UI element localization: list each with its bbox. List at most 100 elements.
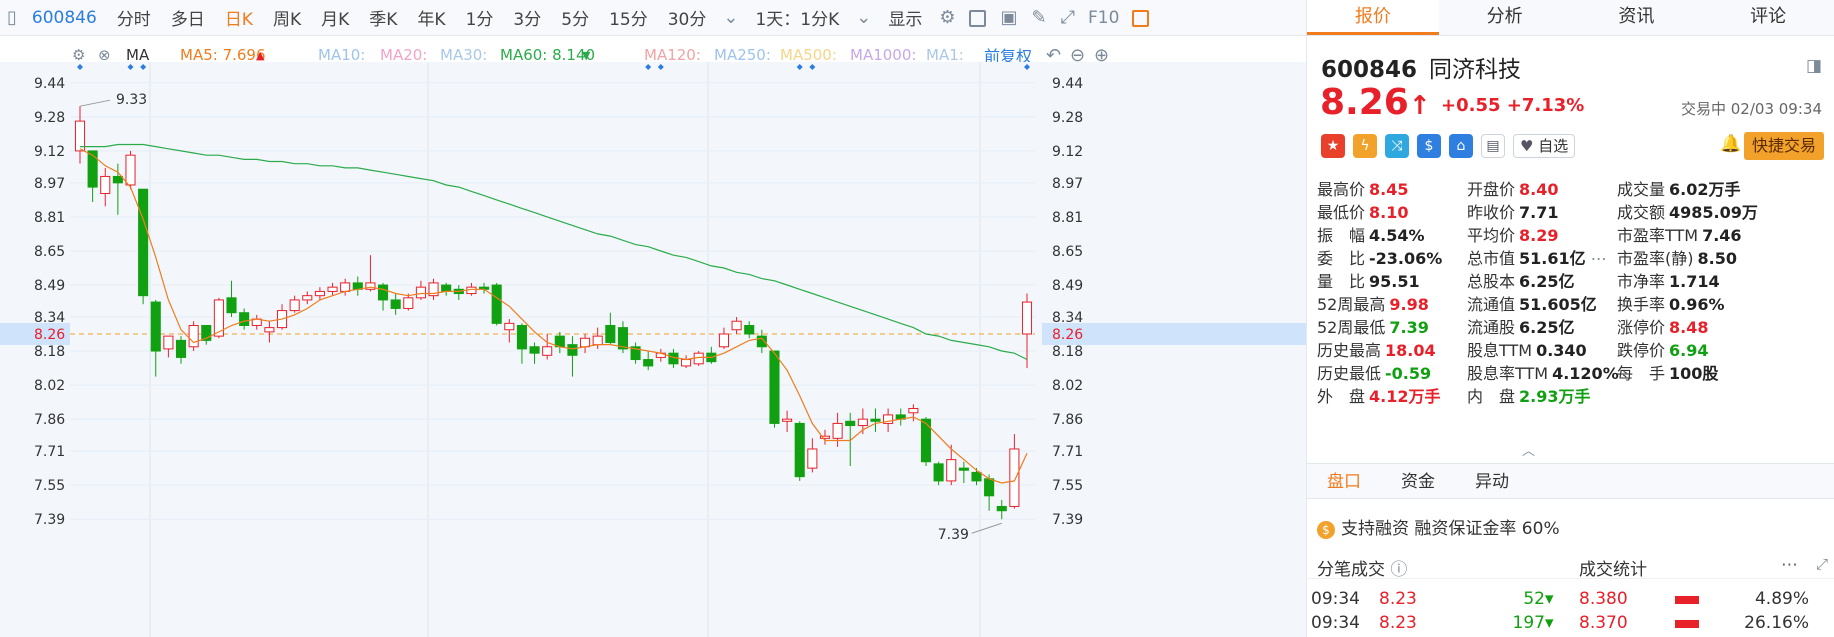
candle-body[interactable] (845, 420, 856, 427)
candle-body[interactable] (744, 324, 755, 335)
china-flag-icon[interactable]: ★ (1321, 134, 1345, 158)
candle-body[interactable] (946, 459, 957, 482)
tab-quarter-k[interactable]: 季K (359, 5, 407, 30)
candle-body[interactable] (984, 478, 995, 497)
tab-1min[interactable]: 1分 (456, 5, 504, 30)
tag-icon[interactable]: ⌂ (1449, 134, 1473, 158)
candle-body[interactable] (390, 299, 401, 309)
candle-body[interactable] (529, 346, 540, 354)
period-chip[interactable]: 1天：1分K (745, 5, 849, 30)
candle-body[interactable] (996, 505, 1007, 512)
candle-body[interactable] (188, 324, 199, 348)
quick-trade-button[interactable]: 快捷交易 (1744, 132, 1824, 160)
candle-body[interactable] (264, 327, 275, 333)
candle-body[interactable] (415, 286, 426, 299)
candle-body[interactable] (175, 339, 187, 358)
tab-funds[interactable]: 资金 (1381, 464, 1455, 498)
bell-icon[interactable]: 🔔 (1720, 134, 1744, 158)
document-icon[interactable]: ▤ (1481, 134, 1505, 158)
more-icon[interactable]: ⋯ (1586, 249, 1607, 268)
candle-body[interactable] (857, 418, 868, 427)
candle-body[interactable] (491, 284, 502, 324)
expand-icon[interactable]: ⤢ (1816, 555, 1828, 573)
layout-icon[interactable] (962, 7, 993, 28)
tab-day-k[interactable]: 日K (215, 5, 263, 30)
lightning-icon[interactable]: ϟ (1353, 134, 1377, 158)
candle-body[interactable] (340, 282, 351, 292)
tab-5min[interactable]: 5分 (551, 5, 599, 30)
candle-body[interactable] (138, 188, 149, 297)
candle-body[interactable] (403, 297, 414, 309)
fullscreen-icon[interactable]: ⤢ (1054, 7, 1082, 28)
candle-body[interactable] (605, 324, 616, 344)
tab-month-k[interactable]: 月K (311, 5, 359, 30)
candle-body[interactable] (807, 448, 818, 469)
candle-body[interactable] (112, 175, 123, 184)
dollar-icon[interactable]: $ (1417, 134, 1441, 158)
tab-duori[interactable]: 多日 (161, 5, 215, 30)
tab-15min[interactable]: 15分 (599, 5, 658, 30)
add-favorite-button[interactable]: ♥ 自选 (1513, 134, 1576, 158)
candle-body[interactable] (933, 463, 944, 482)
chevron-down-icon[interactable]: ⌄ (849, 7, 878, 28)
candle-body[interactable] (592, 335, 603, 346)
candle-body[interactable] (314, 290, 325, 297)
tab-week-k[interactable]: 周K (263, 5, 311, 30)
candle-body[interactable] (150, 301, 161, 352)
candle-body[interactable] (327, 286, 338, 292)
candle-body[interactable] (289, 299, 300, 312)
tab-anomaly[interactable]: 异动 (1455, 464, 1529, 498)
candle-body[interactable] (782, 418, 793, 422)
tab-news[interactable]: 资讯 (1571, 0, 1703, 35)
candle-body[interactable] (580, 337, 591, 348)
candle-body[interactable] (870, 418, 881, 422)
more-icon[interactable]: ⋯ (1781, 555, 1798, 575)
stock-code[interactable]: 600846 (24, 8, 107, 28)
candle-body[interactable] (643, 359, 654, 367)
candle-body[interactable] (1009, 448, 1020, 507)
tab-fenshi[interactable]: 分时 (107, 5, 161, 30)
candle-body[interactable] (441, 284, 452, 292)
candle-body[interactable] (302, 295, 313, 301)
candle-body[interactable] (226, 297, 237, 314)
candle-body[interactable] (681, 359, 692, 367)
tab-comments[interactable]: 评论 (1702, 0, 1834, 35)
candle-body[interactable] (87, 150, 98, 188)
camera-icon[interactable]: ▣ (993, 7, 1024, 28)
candle-body[interactable] (958, 467, 969, 471)
candle-body[interactable] (731, 320, 742, 331)
candle-body[interactable] (920, 418, 932, 463)
draw-pen-icon[interactable]: ✎ (1024, 7, 1053, 28)
kline-chart[interactable]: 8.26 8.26 9.44 9.28 9.12 8.97 8.81 8.65 8.49 8.3… (0, 62, 1306, 637)
candle-body[interactable] (516, 324, 527, 350)
sidebar-toggle-icon[interactable]: ▯ (0, 7, 24, 28)
shuffle-icon[interactable]: ⤨ (1385, 134, 1409, 158)
candle-body[interactable] (971, 471, 982, 482)
candle-body[interactable] (125, 154, 136, 186)
candle-body[interactable] (908, 408, 919, 414)
collapse-caret-icon[interactable]: ︿ (1522, 440, 1535, 459)
candle-body[interactable] (377, 284, 389, 301)
f10-button[interactable]: F10 (1082, 8, 1125, 28)
tab-year-k[interactable]: 年K (407, 5, 455, 30)
candle-body[interactable] (504, 322, 515, 331)
help-icon[interactable]: ⓘ (1390, 560, 1407, 580)
candle-body[interactable] (567, 344, 578, 356)
tab-analysis[interactable]: 分析 (1439, 0, 1571, 35)
candle-body[interactable] (718, 333, 730, 348)
candle-body[interactable] (794, 422, 805, 478)
candle-body[interactable] (239, 312, 250, 326)
tab-pankou[interactable]: 盘口 (1307, 464, 1381, 498)
candle-body[interactable] (100, 175, 111, 194)
candle-body[interactable] (542, 346, 553, 356)
settings-icon[interactable]: ⚙ (932, 7, 962, 28)
tab-3min[interactable]: 3分 (503, 5, 551, 30)
candle-body[interactable] (1021, 301, 1033, 335)
panel-toggle-icon[interactable] (1125, 7, 1156, 28)
candle-body[interactable] (163, 335, 174, 350)
display-menu[interactable]: 显示 (878, 5, 932, 30)
tab-quote[interactable]: 报价 (1307, 0, 1439, 35)
chevron-down-icon[interactable]: ⌄ (716, 7, 745, 28)
side-panel-icon[interactable]: ◨ (1806, 56, 1822, 76)
candle-body[interactable] (769, 350, 780, 424)
